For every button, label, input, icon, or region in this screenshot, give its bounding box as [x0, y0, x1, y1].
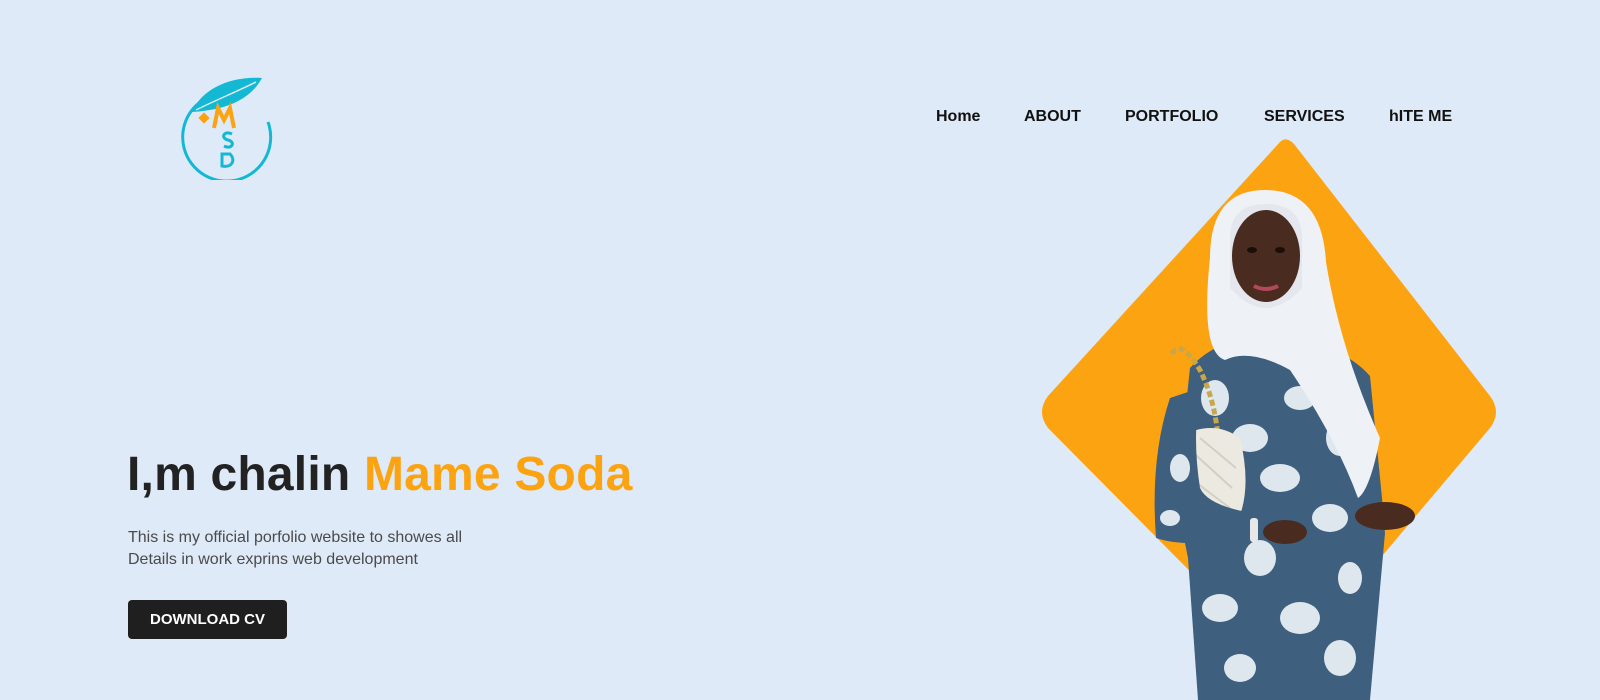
hero-portrait [1040, 138, 1520, 700]
hero-description: This is my official porfolio website to … [128, 527, 488, 571]
nav-link-hire-me[interactable]: hITE ME [1389, 108, 1459, 126]
hero-description-line1: This is my official porfolio website to … [128, 529, 463, 546]
main-nav: Home ABOUT PORTFOLIO SERVICES hITE ME [936, 108, 1459, 126]
hero-description-line2: Details in work exprins web development [128, 551, 418, 568]
download-cv-button[interactable]: DOWNLOAD CV [128, 600, 287, 639]
nav-link-portfolio[interactable]: PORTFOLIO [1125, 108, 1264, 126]
nav-link-services[interactable]: SERVICES [1264, 108, 1389, 126]
hero-title-name: Mame Soda [363, 448, 633, 501]
hero-title-prefix: I,m chalin [127, 448, 364, 501]
brand-logo[interactable] [180, 70, 280, 183]
nav-link-home[interactable]: Home [936, 108, 1024, 126]
hero-title: I,m chalin Mame Soda [127, 447, 632, 502]
nav-link-about[interactable]: ABOUT [1024, 108, 1125, 126]
msd-leaf-logo-icon [181, 77, 273, 183]
